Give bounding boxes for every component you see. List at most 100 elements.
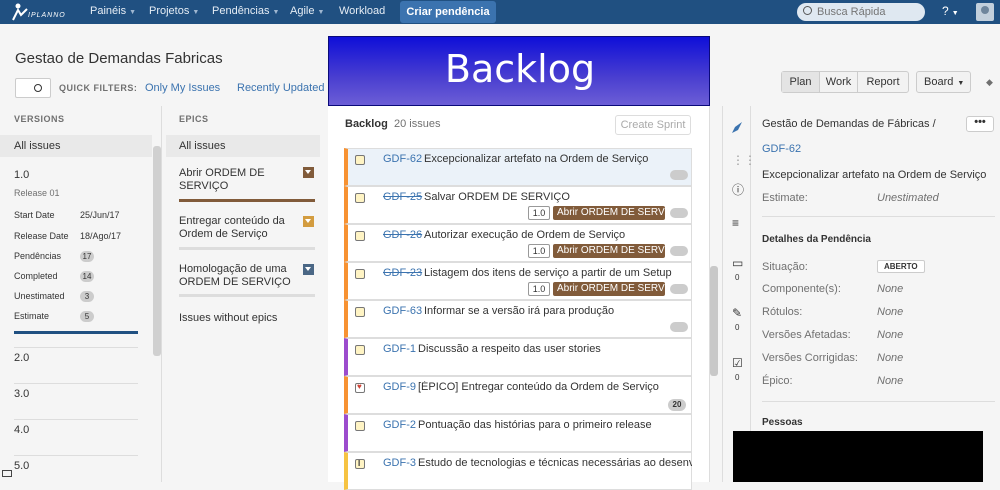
quick-search-input[interactable] [797,3,925,21]
estimate-badge [670,246,688,256]
story-icon [355,231,365,241]
issue-row[interactable]: GDF-1 Discussão a respeito das user stor… [344,338,692,376]
epic-name: Abrir ORDEM DE SERVIÇO [179,167,265,192]
field-label: Versões Afetadas: [762,329,851,341]
stat-count-badge: 17 [80,251,94,262]
more-actions-button[interactable]: ••• [966,116,994,132]
versions-panel: VERSIONS All issues 1.0 Release 01 Start… [0,106,162,482]
mode-plan-button[interactable]: Plan [782,72,820,92]
help-icon[interactable]: ? ▼ [942,4,959,18]
epic-dropdown-icon[interactable] [303,264,314,275]
attachment-icon[interactable]: ✎ [732,306,742,320]
chevron-down-icon: ▼ [272,9,280,16]
epic-item[interactable]: Homologação de uma ORDEM DE SERVIÇO [179,263,315,289]
filter-only-my-issues[interactable]: Only My Issues [145,82,220,94]
version-item[interactable]: 3.0 [14,383,138,400]
nav-paineis[interactable]: Painéis ▼ [90,5,136,17]
versions-all-issues[interactable]: All issues [0,135,152,157]
stat-count-badge: 3 [80,291,94,302]
epic-label: Abrir ORDEM DE SERVIÇO [553,244,665,258]
create-sprint-button[interactable]: Create Sprint [615,115,691,135]
version-item[interactable]: 5.0 [14,455,138,472]
version-item[interactable]: 2.0 [14,347,138,364]
issue-row[interactable]: GDF-25 Salvar ORDEM DE SERVIÇO 1.0 Abrir… [344,186,692,224]
issue-key[interactable]: GDF-1 [383,343,416,355]
nav-agile[interactable]: Agile ▼ [290,5,324,17]
issue-key[interactable]: GDF-9 [383,381,416,393]
mode-report-button[interactable]: Report [858,72,908,92]
release-date-label: Release Date [14,231,69,241]
quick-filters-label: QUICK FILTERS: [59,83,138,93]
user-avatar[interactable] [976,3,994,21]
subtask-icon[interactable]: ☑ [732,356,743,370]
issue-summary: Salvar ORDEM DE SERVIÇO [424,191,570,203]
comment-icon[interactable]: ▭ [732,256,743,270]
issue-key[interactable]: GDF-25 [383,191,422,203]
version-1-name[interactable]: 1.0 [14,169,29,181]
epic-label: Abrir ORDEM DE SERVIÇO [553,206,665,220]
epic-item[interactable]: Abrir ORDEM DE SERVIÇO [179,167,315,193]
epic-dropdown-icon[interactable] [303,167,314,178]
description-icon[interactable]: ≡ [732,216,739,230]
issue-key[interactable]: GDF-3 [383,457,416,469]
logo-figure-icon [12,3,28,21]
field-value[interactable]: None [877,352,903,364]
issue-row[interactable]: GDF-9 [ÉPICO] Entregar conteúdo da Ordem… [344,376,692,414]
detail-issue-key[interactable]: GDF-62 [762,143,801,155]
stat-count-badge: 14 [80,271,94,282]
start-date-value: 25/Jun/17 [80,210,120,220]
iplanno-logo[interactable]: IPLANNO [12,3,80,21]
field-value[interactable]: None [877,283,903,295]
epic-dropdown-icon[interactable] [303,216,314,227]
epics-all-issues[interactable]: All issues [166,135,320,157]
filter-recently-updated[interactable]: Recently Updated [237,82,324,94]
issue-summary: [ÉPICO] Entregar conteúdo da Ordem de Se… [418,381,659,393]
estimate-badge [670,322,688,332]
story-icon [355,269,365,279]
info-icon[interactable]: ⓘ [732,181,744,198]
issue-row[interactable]: GDF-62 Excepcionalizar artefato na Ordem… [344,148,692,186]
chevron-down-icon: ▼ [192,9,200,16]
grip-icon[interactable]: ⋮⋮ [732,153,756,167]
issue-row[interactable]: GDF-23 Listagem dos itens de serviço a p… [344,262,692,300]
field-value[interactable]: None [877,306,903,318]
epic-item[interactable]: Entregar conteúdo da Ordem de Serviço [179,215,315,241]
quick-filter-search[interactable] [15,78,51,98]
version-badge: 1.0 [528,206,550,220]
rocket-icon[interactable] [730,121,744,135]
create-issue-button[interactable]: Criar pendência [400,1,496,23]
field-value[interactable]: None [877,329,903,341]
nav-projetos[interactable]: Projetos ▼ [149,5,199,17]
issues-without-epics[interactable]: Issues without epics [179,312,315,325]
field-value[interactable]: None [877,375,903,387]
detail-project-breadcrumb[interactable]: Gestão de Demandas de Fábricas / [762,118,936,130]
issue-key[interactable]: GDF-23 [383,267,422,279]
nav-agile-label: Agile [290,5,315,17]
stat-count-badge: 5 [80,311,94,322]
nav-projetos-label: Projetos [149,5,190,17]
issue-row[interactable]: GDF-63 Informar se a versão irá para pro… [344,300,692,338]
issue-key[interactable]: GDF-26 [383,229,422,241]
issue-summary: Informar se a versão irá para produção [424,305,615,317]
epic-heart-icon [355,382,365,393]
issue-key[interactable]: GDF-2 [383,419,416,431]
issue-key[interactable]: GDF-63 [383,305,422,317]
issue-row[interactable]: GDF-26 Autorizar execução de Ordem de Se… [344,224,692,262]
issue-summary: Listagem dos itens de serviço a partir d… [424,267,672,279]
issue-key[interactable]: GDF-62 [383,153,422,165]
version-item[interactable]: 4.0 [14,419,138,436]
issue-row[interactable]: GDF-3 Estudo de tecnologias e técnicas n… [344,452,692,490]
feedback-envelope-icon[interactable] [2,470,12,477]
version-1-release: Release 01 [14,188,60,198]
chevron-right-icon[interactable]: ◆ [986,77,993,88]
mode-work-button[interactable]: Work [820,72,858,92]
nav-workload[interactable]: Workload [339,5,385,17]
nav-pendencias[interactable]: Pendências ▼ [212,5,279,17]
versions-scrollbar[interactable] [153,146,161,356]
chevron-down-icon: ▼ [957,80,965,87]
issue-row[interactable]: GDF-2 Pontuação das histórias para o pri… [344,414,692,452]
attachment-count: 0 [735,323,740,332]
board-menu-button[interactable]: Board ▼ [916,71,971,93]
backlog-scrollbar[interactable] [710,266,718,376]
epic-color-bar [179,199,315,202]
